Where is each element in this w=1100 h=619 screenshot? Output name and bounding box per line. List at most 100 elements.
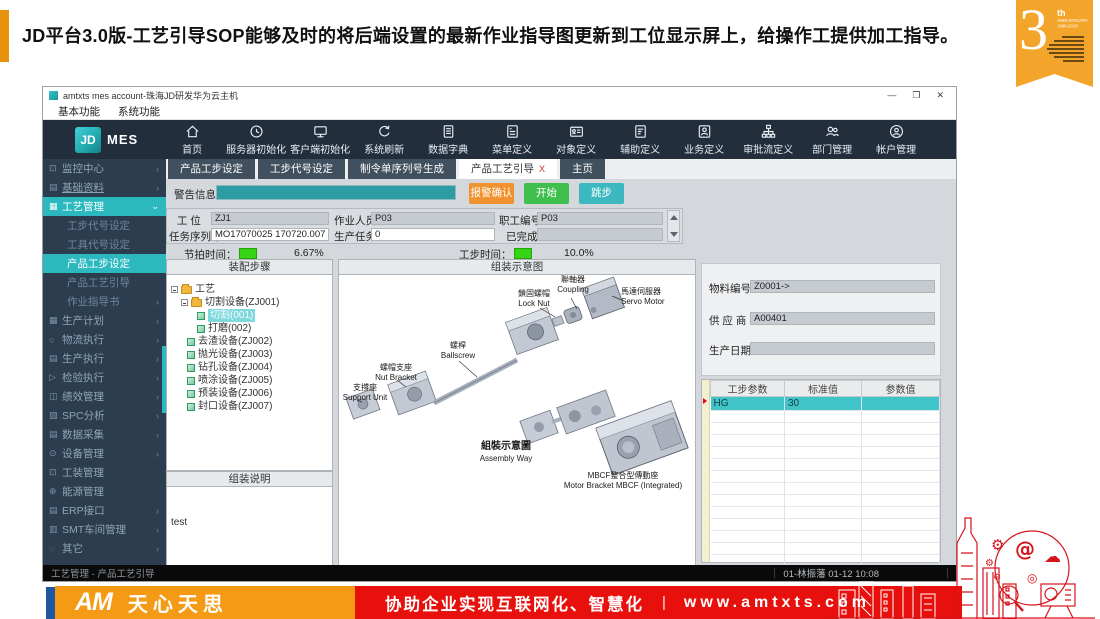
table-row-empty [711, 531, 940, 543]
material-field[interactable]: Z0001-> [750, 280, 935, 293]
tab-home[interactable]: 主页 [560, 159, 605, 179]
tree-node-root[interactable]: 工艺 [167, 283, 332, 296]
maximize-button[interactable]: ❐ [912, 90, 920, 101]
toolbar-home[interactable]: 首页 [160, 123, 224, 156]
tab-product-process-guide[interactable]: 产品工艺引导X [459, 159, 557, 179]
close-button[interactable]: ✕ [936, 90, 944, 101]
col-standard-value[interactable]: 标准值 [785, 381, 862, 397]
tab-step-code-setting[interactable]: 工步代号设定 [258, 159, 345, 179]
sidebar-item-production-exec[interactable]: ▤生产执行› [43, 349, 166, 368]
sidebar-item-tool-code-setting[interactable]: 工具代号设定 [43, 235, 166, 254]
diagram-label-assembly-way: 組裝示意圖Assembly Way [451, 441, 561, 465]
scroll-down-icon[interactable] [670, 232, 678, 237]
tree-node-step[interactable]: 抛光设备(ZJ003) [167, 348, 332, 361]
material-card: 物料编号 Z0001-> 供 应 商 A00401 生产日期 [701, 263, 941, 376]
footer-tagline: 协助企业实现互联网化、智慧化 [385, 591, 644, 615]
sidebar-item-work-instruction[interactable]: 作业指导书› [43, 292, 166, 311]
sidebar-item-production-plan[interactable]: ▦生产计划› [43, 311, 166, 330]
assembly-notes-panel[interactable]: test [166, 487, 333, 567]
collapse-icon[interactable] [181, 299, 188, 306]
sidebar-item-smt-workshop[interactable]: ▥SMT车间管理› [43, 520, 166, 539]
toolbar-aux-define[interactable]: 辅助定义 [608, 123, 672, 156]
minimize-button[interactable]: — [887, 90, 896, 101]
menu-basic-functions[interactable]: 基本功能 [49, 104, 109, 119]
chevron-right-icon: › [156, 449, 159, 459]
sidebar-item-inspection-exec[interactable]: ▷检验执行› [43, 368, 166, 387]
tab-order-serial-generate[interactable]: 制令单序列号生成 [348, 159, 456, 179]
globe-lines-icon [1044, 34, 1084, 64]
col-step-param[interactable]: 工步参数 [711, 381, 785, 397]
sidebar-item-step-code-setting[interactable]: 工步代号设定 [43, 216, 166, 235]
form-scroll-spinner[interactable] [667, 210, 680, 242]
sidebar-item-product-process-guide[interactable]: 产品工艺引导 [43, 273, 166, 292]
document-icon: ▤ [49, 353, 62, 364]
toolbar-department-mgmt[interactable]: 部门管理 [800, 123, 864, 156]
sidebar-item-tooling-mgmt[interactable]: ⊡工装管理 [43, 463, 166, 482]
skip-step-button[interactable]: 跳步 [579, 183, 624, 204]
production-date-field[interactable] [750, 342, 935, 355]
done-field[interactable] [537, 228, 663, 241]
employee-field[interactable]: P03 [537, 212, 663, 225]
toolbar-account-mgmt[interactable]: 帐户管理 [864, 123, 928, 156]
station-field[interactable]: ZJ1 [211, 212, 329, 225]
sidebar-item-others[interactable]: ◌其它› [43, 539, 166, 558]
toolbar-object-define[interactable]: 对象定义 [544, 123, 608, 156]
toolbar-business-define[interactable]: 业务定义 [672, 123, 736, 156]
toolbar-system-refresh[interactable]: 系统刷新 [352, 123, 416, 156]
tree-node-step[interactable]: 预装设备(ZJ006) [167, 387, 332, 400]
tree-node-group[interactable]: 切割设备(ZJ001) [167, 296, 332, 309]
sidebar-item-equipment-mgmt[interactable]: ⊙设备管理› [43, 444, 166, 463]
col-param-value[interactable]: 参数值 [862, 381, 940, 397]
slide-title: JD平台3.0版-工艺引导SOP能够及时的将后端设置的最新作业指导图更新到工位显… [22, 22, 1002, 48]
chevron-right-icon: › [156, 506, 159, 516]
footer-tagline-block: 协助企业实现互联网化、智慧化 | www.amtxts.com [355, 586, 962, 619]
sidebar-item-product-step-setting[interactable]: 产品工步设定 [43, 254, 166, 273]
toolbar-client-init[interactable]: 客户端初始化 [288, 123, 352, 156]
sidebar-item-logistics-exec[interactable]: ○物流执行› [43, 330, 166, 349]
menu-system-functions[interactable]: 系统功能 [109, 104, 169, 119]
sidebar-item-monitoring-center[interactable]: ⊡监控中心› [43, 159, 166, 178]
tree-node-step[interactable]: 封口设备(ZJ007) [167, 400, 332, 413]
tree-node-step[interactable]: 打磨(002) [167, 322, 332, 335]
sidebar-item-data-collection[interactable]: ▤数据采集› [43, 425, 166, 444]
sidebar-item-energy-mgmt[interactable]: ⊕能源管理 [43, 482, 166, 501]
table-row-selected[interactable]: HG 30 [711, 397, 940, 411]
tab-product-step-setting[interactable]: 产品工步设定 [168, 159, 255, 179]
status-divider [774, 568, 775, 578]
sidebar-item-process-mgmt[interactable]: ▦工艺管理⌄ [43, 197, 166, 216]
tree-node-selected[interactable]: 切割(001) [167, 309, 332, 322]
window-titlebar: amtxts mes account-珠海JD研发华为云主机 — ❐ ✕ [43, 87, 956, 103]
scroll-up-icon[interactable] [670, 215, 678, 220]
list-box-icon [504, 123, 521, 140]
assembly-notes-header: 组装说明 [166, 471, 333, 487]
start-button[interactable]: 开始 [524, 183, 569, 204]
tree-node-step[interactable]: 钻孔设备(ZJ004) [167, 361, 332, 374]
collapse-icon[interactable] [171, 286, 178, 293]
supplier-field[interactable]: A00401 [750, 312, 935, 325]
task-sn-field[interactable]: MO17070025 170720.007 [211, 228, 329, 241]
operator-field[interactable]: P03 [371, 212, 495, 225]
toolbar-server-init[interactable]: 服务器初始化 [224, 123, 288, 156]
material-label: 物料编号 [709, 281, 751, 296]
alarm-ack-button[interactable]: 报警确认 [469, 183, 514, 204]
tree-node-step[interactable]: 去渣设备(ZJ002) [167, 335, 332, 348]
step-icon [197, 325, 205, 333]
sidebar-item-spc-analysis[interactable]: ▧SPC分析› [43, 406, 166, 425]
step-icon [187, 377, 195, 385]
task-field[interactable]: 0 [371, 228, 495, 241]
footer-blue-chip [46, 587, 55, 619]
diagram-panel: 支撐座Support Unit 螺帽支座Nut Bracket 螺桿Ballsc… [338, 275, 696, 567]
sidebar-item-performance-mgmt[interactable]: ◫绩效管理› [43, 387, 166, 406]
toolbar-approval-flow-define[interactable]: 审批流定义 [736, 123, 800, 156]
spc-icon: ▧ [49, 410, 62, 421]
tab-close-icon[interactable]: X [539, 164, 545, 174]
jd-logo-icon: JD [75, 127, 101, 153]
smt-icon: ▥ [49, 524, 62, 535]
sidebar-item-erp-interface[interactable]: ▤ERP接口› [43, 501, 166, 520]
table-row-empty [711, 483, 940, 495]
tree-node-step[interactable]: 喷涂设备(ZJ005) [167, 374, 332, 387]
clock-icon [248, 123, 265, 140]
toolbar-menu-define[interactable]: 菜单定义 [480, 123, 544, 156]
toolbar-data-dictionary[interactable]: 数据字典 [416, 123, 480, 156]
sidebar-item-basic-data[interactable]: ▤基础资料› [43, 178, 166, 197]
